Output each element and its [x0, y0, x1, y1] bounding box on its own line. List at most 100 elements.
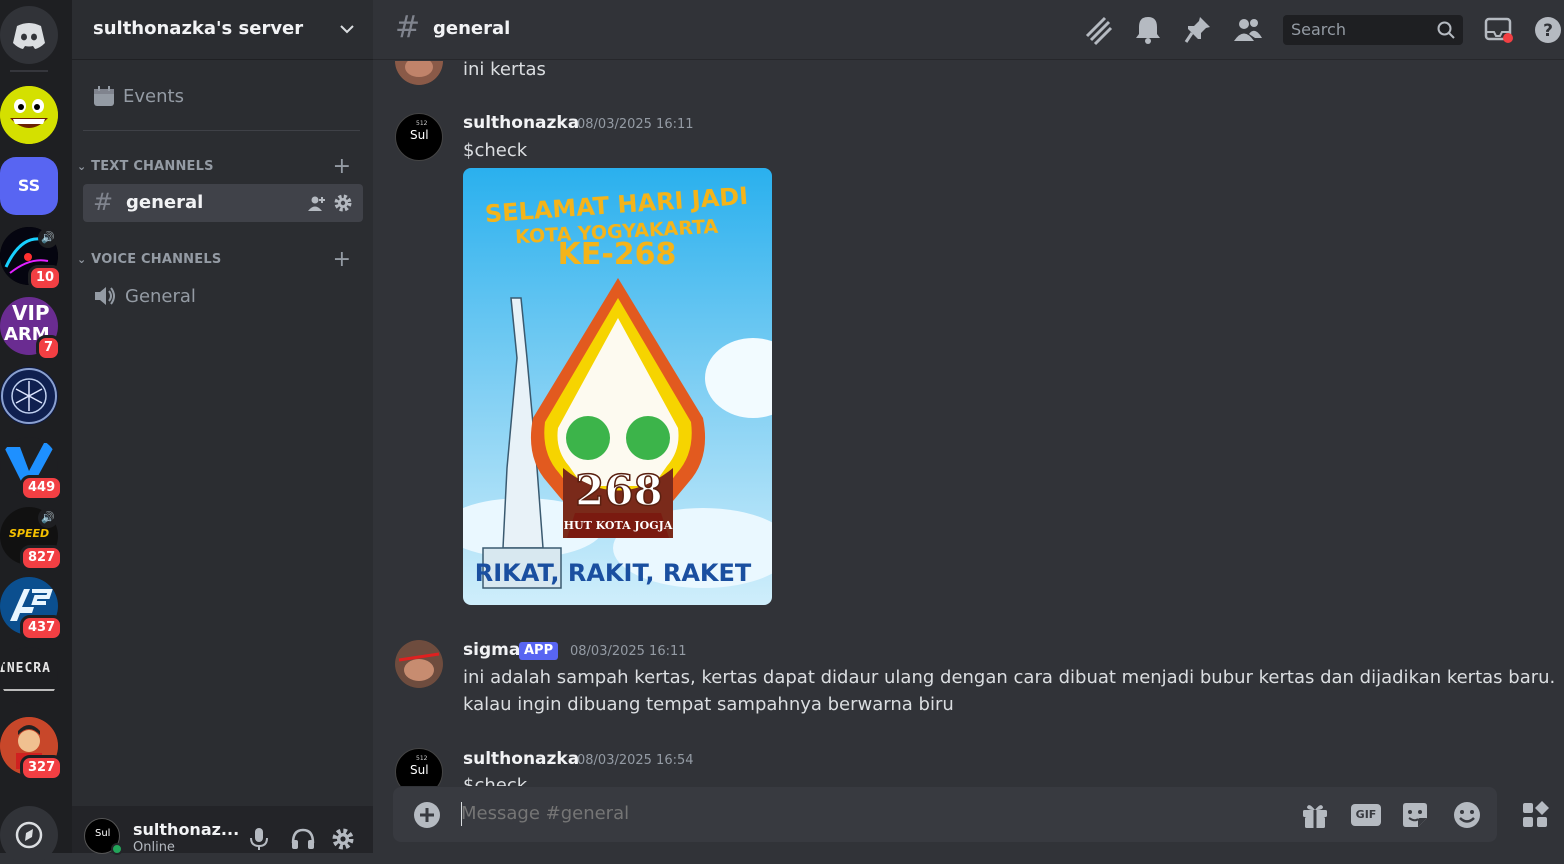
speaker-icon [95, 287, 115, 305]
smiley-icon [0, 86, 58, 144]
speaker-icon: 🔊 [38, 228, 58, 248]
category-voice-channels[interactable]: ⌄ VOICE CHANNELS [77, 252, 221, 267]
help-icon[interactable]: ? [1533, 14, 1563, 46]
server-icon-smiley[interactable] [0, 86, 58, 144]
message-text-line2: kalau ingin dibuang tempat sampahnya ber… [463, 694, 954, 715]
app-tag: APP [519, 642, 559, 660]
avatar-text: Sul [410, 128, 429, 142]
minecraft-underline [0, 689, 58, 691]
mention-badge: 10 [28, 265, 63, 291]
attached-image[interactable]: 268 HUT KOTA JOGJA SELAMAT HARI JADI KOT… [463, 168, 772, 605]
speaker-icon: 🔊 [38, 508, 58, 528]
message-author[interactable]: sigma [463, 640, 520, 660]
calendar-icon [94, 86, 114, 106]
speed-text: SPEED [9, 527, 50, 540]
message-timestamp: 08/03/2025 16:11 [570, 644, 687, 659]
microphone-icon[interactable] [248, 827, 270, 851]
bot-photo-icon [395, 640, 443, 688]
poster-image: 268 HUT KOTA JOGJA SELAMAT HARI JADI KOT… [463, 168, 772, 605]
message-composer: GIF [393, 787, 1497, 842]
events-item[interactable]: Events [93, 82, 184, 110]
hash-icon: # [93, 188, 114, 216]
username[interactable]: sulthonaz... [133, 820, 239, 839]
message-author[interactable]: sulthonazka [463, 113, 579, 133]
threads-icon[interactable] [1083, 14, 1113, 46]
chevron-down-icon [340, 25, 354, 34]
category-label: TEXT CHANNELS [91, 159, 214, 174]
message-text: ini kertas [463, 61, 546, 80]
mention-badge: 7 [36, 335, 62, 361]
create-channel-plus-icon[interactable]: + [333, 249, 351, 271]
category-label: VOICE CHANNELS [91, 252, 222, 267]
message-text-line1: ini adalah sampah kertas, kertas dapat d… [463, 667, 1556, 688]
channel-title: general [433, 18, 511, 39]
poster-footer: RIKAT, RAKIT, RAKET [475, 559, 752, 587]
chat-header: # general Search ? [373, 0, 1564, 60]
emoji-icon[interactable] [1451, 800, 1483, 830]
notification-bell-icon[interactable] [1133, 14, 1163, 46]
chevron-down-icon: ⌄ [77, 160, 87, 173]
divider [83, 130, 360, 131]
minecraft-text: INECRA [0, 661, 51, 676]
avatar-tiny-text: 512 [416, 120, 428, 127]
avatar-tiny-text: 512 [416, 755, 428, 762]
compass-icon [15, 821, 43, 849]
inbox-icon[interactable] [1483, 14, 1513, 46]
discord-home-button[interactable] [0, 6, 58, 64]
message-text: $check [463, 775, 528, 786]
gif-button[interactable]: GIF [1351, 804, 1381, 826]
message-input[interactable] [461, 803, 1261, 824]
poster-line3: KE-268 [558, 237, 677, 272]
gear-icon[interactable] [333, 193, 353, 213]
mention-badge: 437 [20, 615, 64, 641]
search-icon [1437, 21, 1455, 39]
avatar[interactable]: 512 Sul [395, 748, 443, 786]
vip-text: VIP [12, 301, 50, 325]
server-rail: SS 🔊 10 VIP ARM 7 449 SPEED 🔊 827 437 IN… [0, 0, 72, 864]
user-panel: Sul sulthonaz... Online [72, 806, 373, 855]
svg-text:?: ? [1543, 21, 1553, 41]
sticker-icon[interactable] [1399, 800, 1431, 830]
avatar[interactable]: 512 Sul [395, 113, 443, 161]
search-input[interactable]: Search [1283, 15, 1463, 45]
headphones-icon[interactable] [290, 827, 316, 851]
create-channel-plus-icon[interactable]: + [333, 156, 351, 178]
voice-channel-general[interactable]: General [93, 282, 196, 310]
search-placeholder: Search [1291, 20, 1346, 39]
message-text: $check [463, 140, 528, 161]
channel-sidebar: sulthonazka's server Events ⌄ TEXT CHANN… [72, 0, 373, 855]
gift-icon[interactable] [1299, 800, 1331, 830]
message-list: ini kertas 512 Sul sulthonazka 08/03/202… [373, 61, 1564, 786]
avatar-text: Sul [410, 763, 429, 777]
mention-badge: 449 [20, 475, 64, 501]
poster-sub: HUT KOTA JOGJA [564, 519, 673, 532]
add-member-icon[interactable] [307, 194, 327, 214]
poster-number: 268 [575, 466, 663, 515]
member-list-icon[interactable] [1233, 14, 1263, 46]
message-author[interactable]: sulthonazka [463, 749, 579, 769]
server-header[interactable]: sulthonazka's server [72, 0, 373, 60]
channel-item-general[interactable]: # general [83, 184, 363, 222]
server-icon-ss[interactable]: SS [0, 157, 58, 215]
discover-button[interactable] [0, 806, 58, 864]
server-icon-minecraft[interactable]: INECRA [0, 647, 58, 705]
message-timestamp: 08/03/2025 16:54 [577, 753, 694, 768]
hash-icon: # [395, 10, 421, 45]
discord-logo-icon [13, 23, 45, 49]
pin-icon[interactable] [1183, 14, 1213, 46]
voice-channel-name: General [125, 285, 196, 307]
avatar-text: Sul [95, 828, 111, 839]
mention-badge: 327 [20, 755, 64, 781]
user-photo-icon [395, 61, 443, 85]
events-label: Events [123, 85, 184, 107]
avatar[interactable] [395, 640, 443, 688]
emblem-icon [1, 368, 57, 424]
user-settings-gear-icon[interactable] [331, 827, 355, 851]
category-text-channels[interactable]: ⌄ TEXT CHANNELS [77, 159, 214, 174]
upload-plus-icon[interactable] [413, 801, 441, 829]
apps-icon[interactable] [1520, 800, 1552, 830]
avatar[interactable] [395, 61, 443, 85]
server-icon-6[interactable] [0, 367, 58, 425]
server-initials: SS [17, 176, 41, 195]
mention-badge: 827 [20, 545, 64, 571]
